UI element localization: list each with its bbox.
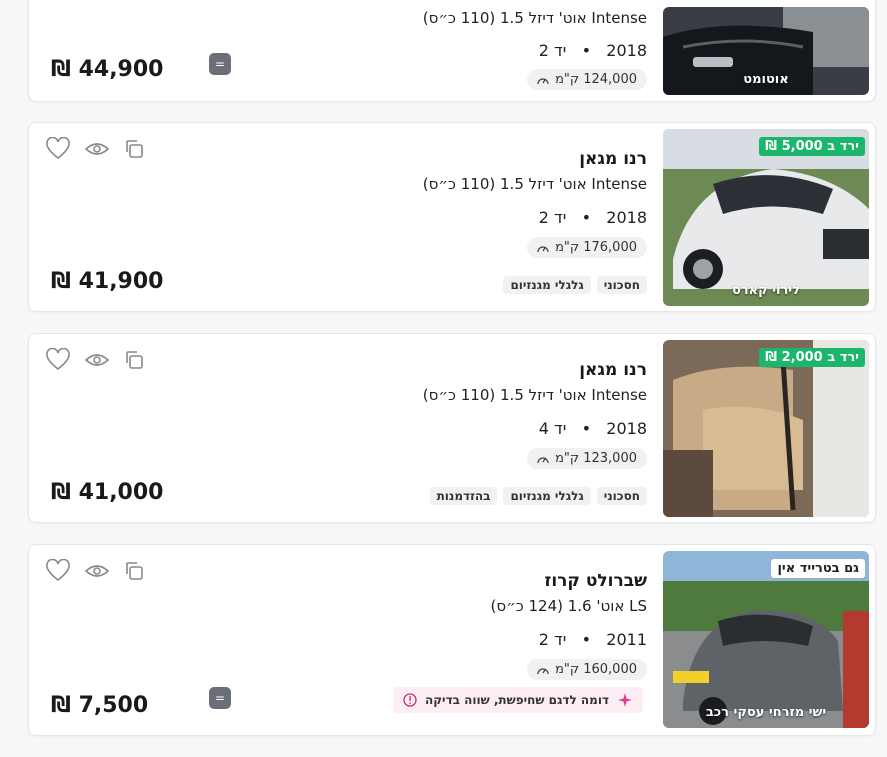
dealer-caption: ישי מזרחי עסקי רכב (705, 705, 827, 720)
year-hand: 2018 • יד 2 (538, 41, 647, 60)
km-value: 160,000 ק"מ (555, 662, 637, 677)
similar-model-hint[interactable]: דומה לדגם שחיפשת, שווה בדיקה (392, 687, 643, 713)
info-icon[interactable] (403, 693, 417, 707)
listing-card-4[interactable]: גם בטרייד אין ישי מזרחי עסקי רכב שברולט … (28, 544, 876, 736)
equal-icon[interactable]: = (209, 53, 231, 75)
hint-text: דומה לדגם שחיפשת, שווה בדיקה (424, 693, 609, 707)
year: 2018 (606, 419, 647, 438)
heart-icon[interactable] (45, 559, 71, 583)
mileage-badge: 124,000 ק"מ (527, 69, 647, 90)
car-photo[interactable]: ירד ב 2,000 ₪ (663, 340, 869, 517)
price: ₪ 44,900 (51, 57, 164, 82)
car-photo[interactable]: אוטומט (663, 7, 869, 95)
year: 2011 (606, 630, 647, 649)
copy-icon[interactable] (123, 560, 145, 582)
dealer-caption: אוטומט (743, 72, 789, 87)
mileage-badge: 160,000 ק"מ (527, 659, 647, 680)
equal-icon[interactable]: = (209, 687, 231, 709)
car-subtitle: Intense אוט' דיזל 1.5 (110 כ״ס) (422, 9, 647, 27)
price-drop-badge: ירד ב 5,000 ₪ (759, 137, 865, 156)
hand: יד 4 (538, 419, 567, 438)
tag: בהזדמנות (429, 487, 498, 505)
copy-icon[interactable] (123, 349, 145, 371)
year: 2018 (606, 208, 647, 227)
tag: חסכוני (596, 487, 647, 505)
copy-icon[interactable] (123, 138, 145, 160)
hand: יד 2 (538, 630, 567, 649)
hand: יד 2 (538, 208, 567, 227)
heart-icon[interactable] (45, 137, 71, 161)
feature-tags: חסכוני גלגלי מגנזיום בהזדמנות (429, 487, 647, 505)
price-drop-badge: ירד ב 2,000 ₪ (759, 348, 865, 367)
card-actions (45, 348, 145, 372)
km-value: 176,000 ק"מ (555, 240, 637, 255)
car-title[interactable]: רנו מגאן (579, 360, 647, 380)
car-photo[interactable]: גם בטרייד אין ישי מזרחי עסקי רכב (663, 551, 869, 728)
heart-icon[interactable] (45, 348, 71, 372)
car-subtitle: LS אוט' 1.6 (124 כ״ס) (490, 597, 647, 615)
price: ₪ 41,000 (51, 480, 164, 505)
car-subtitle: Intense אוט' דיזל 1.5 (110 כ״ס) (422, 386, 647, 404)
km-value: 124,000 ק"מ (555, 72, 637, 87)
listing-card-1[interactable]: אוטומט Intense אוט' דיזל 1.5 (110 כ״ס) 2… (28, 0, 876, 102)
hand: יד 2 (538, 41, 567, 60)
year-hand: 2018 • יד 4 (538, 419, 647, 438)
tag: גלגלי מגנזיום (503, 487, 591, 505)
eye-icon[interactable] (85, 563, 109, 579)
speedometer-icon (537, 77, 549, 84)
listing-card-3[interactable]: ירד ב 2,000 ₪ רנו מגאן Intense אוט' דיזל… (28, 333, 876, 523)
car-photo[interactable]: ירד ב 5,000 ₪ לירוי קארס (663, 129, 869, 306)
tag: גלגלי מגנזיום (503, 276, 591, 294)
car-subtitle: Intense אוט' דיזל 1.5 (110 כ״ס) (422, 175, 647, 193)
eye-icon[interactable] (85, 352, 109, 368)
car-title[interactable]: רנו מגאן (579, 149, 647, 169)
year-hand: 2018 • יד 2 (538, 208, 647, 227)
tag: חסכוני (596, 276, 647, 294)
speedometer-icon (537, 245, 549, 252)
mileage-badge: 123,000 ק"מ (527, 448, 647, 469)
dealer-caption: לירוי קארס (731, 283, 801, 298)
card-actions (45, 559, 145, 583)
mileage-badge: 176,000 ק"מ (527, 237, 647, 258)
sparkle-icon (618, 693, 632, 707)
feature-tags: חסכוני גלגלי מגנזיום (503, 276, 647, 294)
price: ₪ 7,500 (51, 693, 149, 718)
listing-card-2[interactable]: ירד ב 5,000 ₪ לירוי קארס רנו מגאן Intens… (28, 122, 876, 312)
price: ₪ 41,900 (51, 269, 164, 294)
speedometer-icon (537, 456, 549, 463)
car-title[interactable]: שברולט קרוז (545, 571, 647, 591)
card-actions (45, 137, 145, 161)
year: 2018 (606, 41, 647, 60)
trade-in-badge: גם בטרייד אין (771, 559, 865, 578)
year-hand: 2011 • יד 2 (538, 630, 647, 649)
eye-icon[interactable] (85, 141, 109, 157)
km-value: 123,000 ק"מ (555, 451, 637, 466)
speedometer-icon (537, 667, 549, 674)
